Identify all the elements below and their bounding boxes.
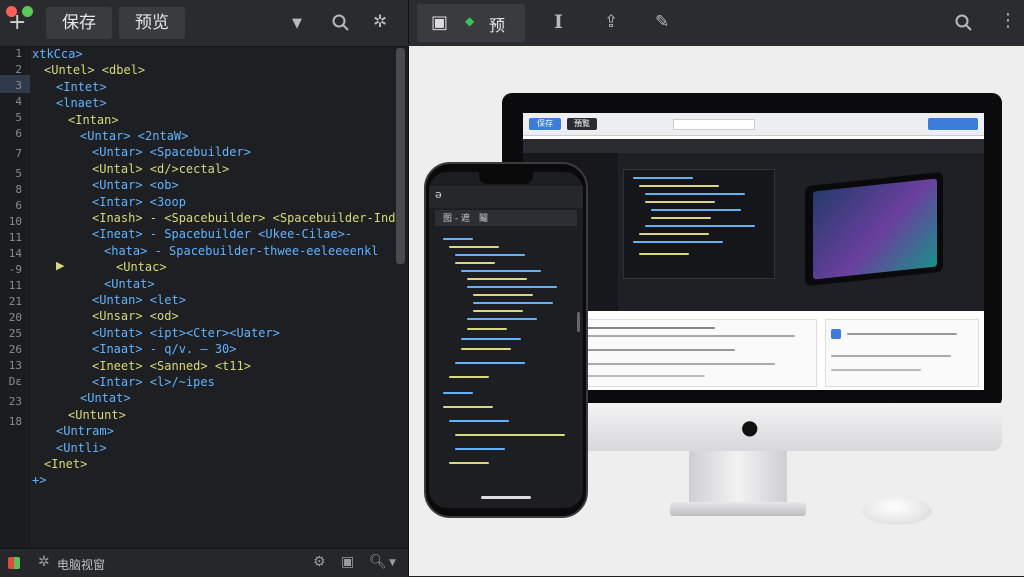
code-line[interactable]: +> (32, 472, 46, 488)
status-label: 电脑视窗 (57, 558, 106, 572)
monitor-tab-save: 保存 (529, 118, 561, 130)
code-line[interactable]: <Unsar> <od> (92, 308, 179, 324)
phone-screen: ǝ 图 - 遮 鬮 (429, 172, 583, 508)
line-number: 6 (15, 199, 22, 212)
line-number: 7 (15, 147, 22, 160)
code-line[interactable]: <Untunt> (68, 407, 126, 423)
layout-icon[interactable]: ▣ (341, 554, 354, 570)
code-line[interactable]: <Inet> (44, 456, 87, 472)
search-icon[interactable] (955, 14, 973, 32)
add-icon[interactable]: + (8, 12, 26, 34)
monitor-base (670, 502, 806, 516)
line-number: 25 (8, 327, 22, 340)
code-line[interactable]: <Intan> (68, 112, 119, 128)
code-line[interactable]: <Untar> <ob> (92, 177, 179, 193)
line-number: 5 (15, 111, 22, 124)
code-line[interactable]: <Untat> <ipt><Cter><Uater> (92, 325, 280, 341)
code-line[interactable]: <Untar> <Spacebuilder> (92, 144, 251, 160)
code-line[interactable]: <Untram> (56, 423, 114, 439)
code-editor-pane: + 保存 预览 ▼ ✲ 1 2 3 4 5 6 7 5 8 6 10 11 14 -9 11 21 20 25 26… (0, 0, 409, 577)
phone-toolbar-label-2: 鬮 (479, 214, 489, 224)
phone-home-indicator (481, 496, 531, 499)
chevron-down-icon[interactable]: ▼ (292, 15, 302, 33)
monitor-tab-preview: 預覧 (567, 118, 597, 130)
save-icon[interactable]: ▣ (431, 12, 448, 33)
line-number: 11 (8, 279, 22, 292)
text-cursor-icon[interactable]: I (554, 11, 563, 33)
code-line[interactable]: <Ineet> <Sanned> <t11> (92, 358, 251, 374)
code-area[interactable]: xtkCca> <Untel> <dbel> <Intet> <lnaet> <Inta… (30, 46, 395, 548)
zoom-icon[interactable]: 🔍︎ (369, 554, 387, 570)
editor-toolbar: + 保存 预览 ▼ ✲ (0, 0, 408, 47)
more-menu-icon[interactable]: ⋮ (999, 10, 1017, 31)
preview-toolbar-label[interactable]: 预 (489, 12, 505, 36)
app-icon (8, 557, 20, 569)
breakpoint-arrow-icon[interactable]: ▶ (56, 259, 64, 272)
line-number: 6 (15, 127, 22, 140)
monitor-stand (689, 451, 787, 507)
code-line[interactable]: <Intar> <3oop (92, 194, 186, 210)
code-line[interactable]: xtkCca> (32, 46, 83, 62)
preview-toolbar: ▣ ◆ 预 I ⇪ ✎ ⋮ (409, 0, 1024, 46)
phone-notch (479, 172, 533, 184)
eyedropper-icon[interactable]: ✎ (655, 12, 669, 32)
editor-status-bar: ✲ 电脑视窗 ⚙ ▣ 🔍︎ ▼ (0, 548, 408, 577)
line-number: 21 (8, 295, 22, 308)
status-dot-icon: ◆ (465, 14, 475, 28)
share-icon[interactable]: ⇪ (604, 12, 618, 32)
code-line[interactable]: <Untel> <dbel> (44, 62, 145, 78)
settings-icon[interactable]: ✲ (38, 554, 50, 570)
code-line[interactable]: <Untan> <let> (92, 292, 186, 308)
device-preview-pane: ▣ ◆ 预 I ⇪ ✎ ⋮ ● 保存 預覧 ǝ 图 - 遮 鬮 (409, 0, 1024, 576)
line-number: 20 (8, 311, 22, 324)
code-line[interactable]: <Untac> (116, 259, 167, 275)
monitor-screen: 保存 預覧 (523, 113, 984, 390)
preview-button[interactable]: 预览 (119, 7, 185, 39)
code-line[interactable]: <Untat> (80, 390, 131, 406)
code-line[interactable]: <Intet> (56, 79, 107, 95)
line-number: 4 (15, 95, 22, 108)
phone-back-icon: ǝ (435, 188, 442, 201)
phone-toolbar-label: 图 - 遮 (443, 214, 470, 224)
code-line[interactable]: <Untar> <2ntaW> (80, 128, 188, 144)
code-line[interactable]: <Ineat> - Spacebuilder <Ukee-Cilae>- (92, 226, 352, 242)
code-line[interactable]: <Intar> <l>/~ipes (92, 374, 215, 390)
line-number: 3 (15, 79, 22, 92)
line-number: 14 (8, 247, 22, 260)
line-number: 8 (15, 183, 22, 196)
code-line[interactable]: <Untal> <d/>cectal> (92, 161, 229, 177)
code-line[interactable]: <Inash> - <Spacebuilder> <Spacebuilder-I… (92, 210, 395, 226)
code-line[interactable]: <Inaat> - q/v. — 30> (92, 341, 237, 357)
line-number: 13 (8, 359, 22, 372)
line-number: -9 (8, 263, 22, 276)
code-line[interactable]: <Untli> (56, 440, 107, 456)
line-number: 23 (8, 395, 22, 408)
code-line[interactable]: <hata> - Spacebuilder-thwee-eeleeeenkl (104, 243, 379, 259)
editor-scrollbar[interactable] (396, 48, 405, 264)
save-button[interactable]: 保存 (46, 7, 112, 39)
line-number: 10 (8, 215, 22, 228)
apple-logo-icon: ● (741, 415, 759, 439)
code-line[interactable]: <Untat> (104, 276, 155, 292)
gear-icon[interactable]: ✲ (373, 13, 387, 31)
line-number: 26 (8, 343, 22, 356)
line-number: 1 (15, 47, 22, 60)
debug-icon[interactable]: ⚙ (313, 554, 326, 570)
zoom-chevron-icon[interactable]: ▼ (389, 558, 396, 568)
mouse-mockup (862, 497, 932, 525)
line-number: 5 (15, 167, 22, 180)
line-number: 11 (8, 231, 22, 244)
line-number: Dε (8, 375, 22, 388)
search-icon[interactable] (332, 14, 350, 32)
code-line[interactable]: <lnaet> (56, 95, 107, 111)
line-number: 18 (8, 415, 22, 428)
line-number: 2 (15, 63, 22, 76)
